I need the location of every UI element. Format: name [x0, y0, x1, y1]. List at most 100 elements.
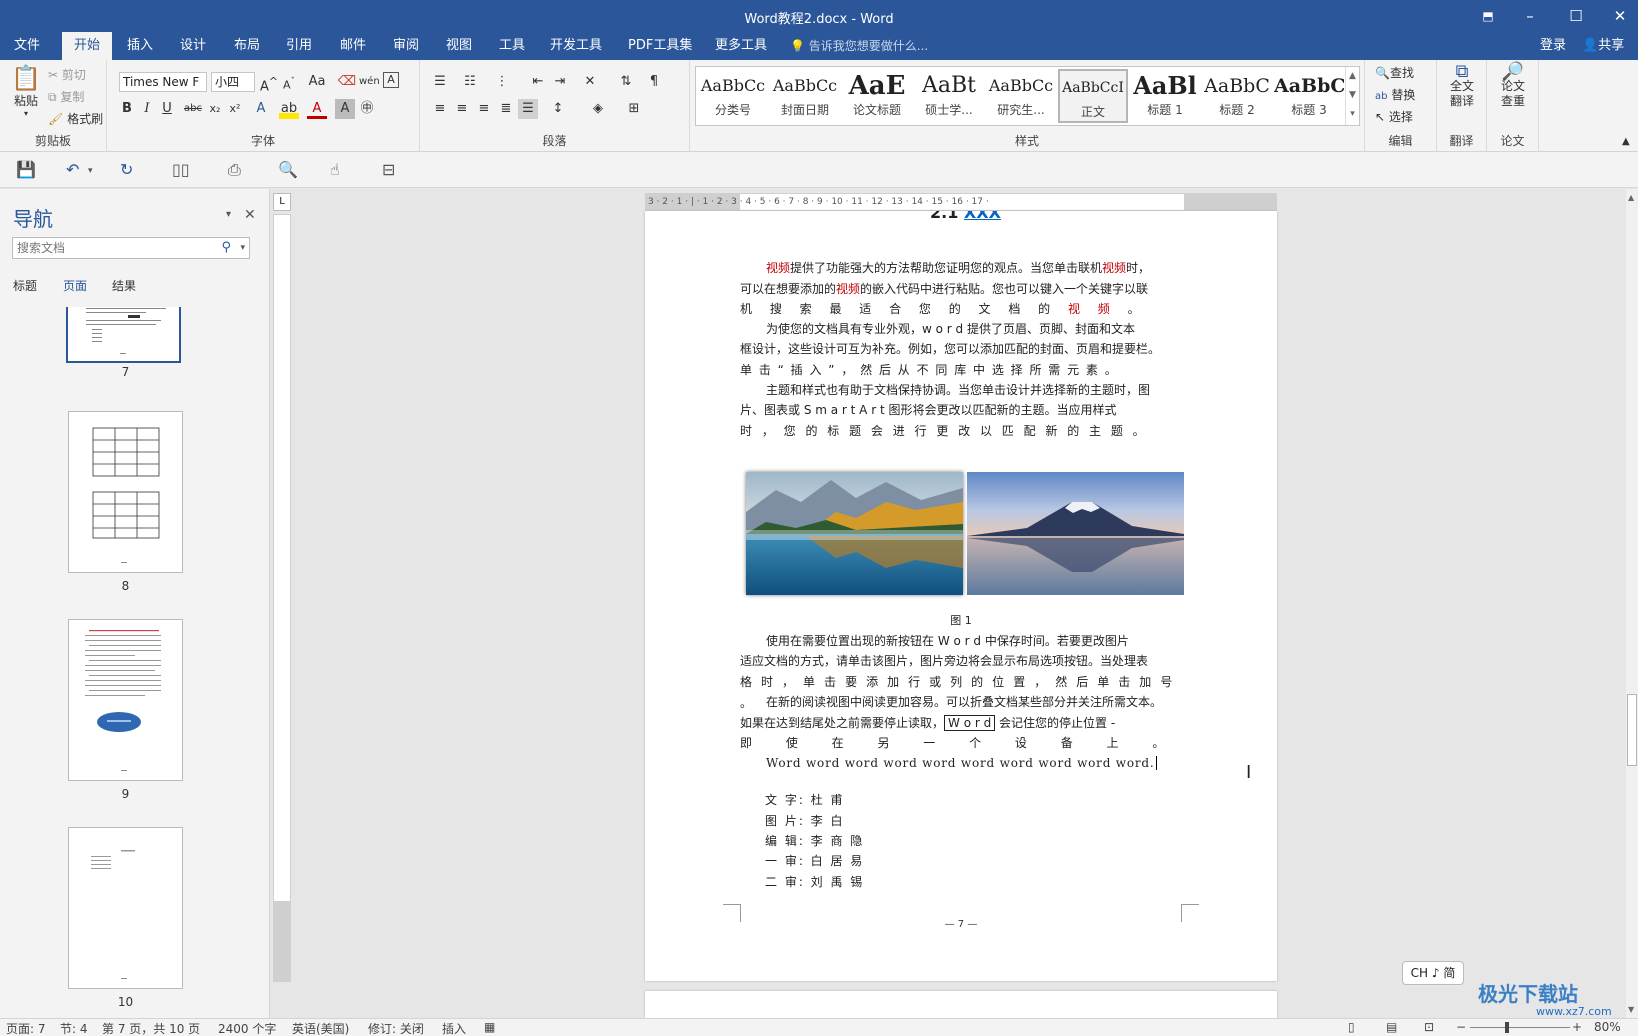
chevron-down-icon[interactable]: ▾	[240, 238, 245, 258]
highlight-icon[interactable]: ab	[279, 99, 299, 119]
cut-button[interactable]: ✂ 剪切	[48, 66, 86, 83]
lake-autumn-image[interactable]	[746, 472, 963, 595]
find-button[interactable]: 🔍查找	[1375, 64, 1414, 81]
text-effects-icon[interactable]: A	[251, 99, 271, 119]
close-icon[interactable]: ✕	[244, 207, 256, 223]
save-icon[interactable]: 💾	[16, 160, 36, 179]
zoom-slider-thumb[interactable]	[1505, 1022, 1509, 1033]
zoom-out-icon[interactable]: −	[1456, 1020, 1466, 1034]
status-page[interactable]: 页面: 7	[6, 1020, 46, 1036]
style-normal[interactable]: AaBbCcI 正文	[1058, 69, 1128, 123]
page-thumbnail-10[interactable]	[68, 827, 183, 989]
nav-options-icon[interactable]: ▾	[226, 209, 231, 220]
enclose-char-icon[interactable]: ㊥	[357, 99, 377, 119]
mount-fuji-image[interactable]	[967, 472, 1184, 595]
read-mode-view-icon[interactable]: ▯	[1348, 1020, 1355, 1034]
read-mode-icon[interactable]: ▯▯	[172, 160, 190, 179]
chinese-layout-icon[interactable]: ✕	[580, 72, 600, 92]
scrollbar-thumb[interactable]	[1627, 694, 1637, 766]
touch-mode-icon[interactable]: ☝	[330, 160, 340, 179]
tab-layout[interactable]: 布局	[222, 32, 272, 60]
zoom-in-icon[interactable]: +	[1572, 1020, 1582, 1034]
bullets-icon[interactable]: ☰	[430, 72, 450, 92]
style-paper-title[interactable]: AaE 论文标题	[842, 69, 912, 123]
ribbon-display-options-icon[interactable]: ⬒	[1470, 4, 1506, 28]
status-word-count[interactable]: 2400 个字	[218, 1020, 276, 1036]
multilevel-list-icon[interactable]: ⋮	[492, 72, 512, 92]
select-button[interactable]: ↖ 选择	[1375, 108, 1413, 125]
undo-icon[interactable]: ↶	[66, 160, 79, 179]
char-shading-icon[interactable]: A	[335, 99, 355, 119]
full-translate-button[interactable]: ⧉ 全文 翻译	[1445, 63, 1479, 109]
style-heading-2[interactable]: AaBbC 标题 2	[1202, 69, 1272, 123]
document-page[interactable]: 2.1 XXX 视频提供了功能强大的方法帮助您证明您的观点。当您单击联机视频时，…	[645, 211, 1277, 981]
italic-icon[interactable]: I	[137, 99, 157, 119]
subscript-icon[interactable]: x₂	[205, 99, 225, 119]
style-cover-date[interactable]: AaBbCc 封面日期	[770, 69, 840, 123]
login-link[interactable]: 登录	[1540, 32, 1566, 60]
zoom-slider[interactable]	[1470, 1027, 1570, 1028]
heading-link[interactable]: XXX	[964, 211, 1001, 222]
paper-check-button[interactable]: 🔎 论文 查重	[1496, 63, 1530, 109]
tell-me-box[interactable]: 💡 告诉我您想要做什么...	[790, 32, 928, 60]
increase-indent-icon[interactable]: ⇥	[550, 72, 570, 92]
tab-tools[interactable]: 工具	[487, 32, 537, 60]
search-icon[interactable]: ⚲	[221, 238, 231, 258]
paste-button[interactable]: 📋 粘贴 ▾	[10, 64, 42, 122]
align-center-icon[interactable]: ≡	[452, 99, 472, 119]
copy-button[interactable]: ⧉ 复制	[48, 88, 84, 105]
share-button[interactable]: 👤共享	[1582, 32, 1624, 60]
maximize-button[interactable]: ☐	[1558, 4, 1594, 28]
page-thumbnail-8[interactable]	[68, 411, 183, 573]
replace-button[interactable]: ab 替换	[1375, 86, 1415, 103]
tab-file[interactable]: 文件	[2, 32, 52, 60]
nav-tab-pages[interactable]: 页面	[63, 277, 87, 294]
status-insert-mode[interactable]: 插入	[442, 1020, 466, 1036]
shading-icon[interactable]: ◈	[588, 99, 608, 119]
tab-design[interactable]: 设计	[168, 32, 218, 60]
undo-dropdown-icon[interactable]: ▾	[88, 166, 93, 176]
decrease-indent-icon[interactable]: ⇤	[528, 72, 548, 92]
customize-qat-icon[interactable]: ⊟	[382, 160, 395, 179]
tab-selector[interactable]: L	[273, 193, 291, 211]
font-size-combo[interactable]: 小四	[211, 72, 255, 92]
gallery-scroll[interactable]: ▲ ▼ ▾	[1345, 67, 1359, 125]
scroll-up-icon[interactable]: ▲	[1628, 193, 1634, 202]
font-color-icon[interactable]: A	[307, 99, 327, 119]
close-button[interactable]: ✕	[1602, 4, 1638, 28]
shrink-font-icon[interactable]: Aˇ	[279, 72, 299, 92]
vertical-scrollbar[interactable]: ▲ ▼	[1626, 189, 1638, 1018]
tab-view[interactable]: 视图	[434, 32, 484, 60]
align-left-icon[interactable]: ≡	[430, 99, 450, 119]
minimize-button[interactable]: –	[1512, 4, 1548, 28]
zoom-page-icon[interactable]: 🔍	[278, 160, 298, 179]
web-layout-view-icon[interactable]: ⊡	[1424, 1020, 1434, 1034]
status-section[interactable]: 节: 4	[60, 1020, 88, 1036]
tab-pdf-tools[interactable]: PDF工具集	[616, 32, 704, 60]
style-heading-3[interactable]: AaBbC 标题 3	[1274, 69, 1344, 123]
char-border-icon[interactable]: A	[383, 72, 399, 88]
grow-font-icon[interactable]: A^	[259, 72, 279, 94]
next-document-page[interactable]	[645, 991, 1277, 1018]
status-track-changes[interactable]: 修订: 关闭	[368, 1020, 424, 1036]
show-marks-icon[interactable]: ¶	[644, 72, 664, 92]
tab-home[interactable]: 开始	[62, 32, 113, 60]
status-page-count[interactable]: 第 7 页，共 10 页	[102, 1020, 200, 1036]
sort-icon[interactable]: ⇅	[616, 72, 636, 92]
bold-icon[interactable]: B	[117, 99, 137, 119]
tab-mailings[interactable]: 邮件	[328, 32, 378, 60]
line-spacing-icon[interactable]: ↕	[548, 99, 568, 119]
align-right-icon[interactable]: ≡	[474, 99, 494, 119]
collapse-ribbon-icon[interactable]: ▲	[1622, 136, 1630, 147]
zoom-level[interactable]: 80%	[1594, 1020, 1621, 1034]
status-language[interactable]: 英语(美国)	[292, 1020, 349, 1036]
page-thumbnail-7[interactable]	[66, 307, 181, 363]
tab-references[interactable]: 引用	[274, 32, 324, 60]
superscript-icon[interactable]: x²	[225, 99, 245, 119]
distributed-icon[interactable]: ☰	[518, 99, 538, 119]
redo-icon[interactable]: ↻	[120, 160, 133, 179]
tab-insert[interactable]: 插入	[115, 32, 165, 60]
print-preview-icon[interactable]: ⎙	[228, 160, 241, 180]
clear-format-icon[interactable]: ⌫	[337, 72, 357, 92]
justify-icon[interactable]: ≣	[496, 99, 516, 119]
